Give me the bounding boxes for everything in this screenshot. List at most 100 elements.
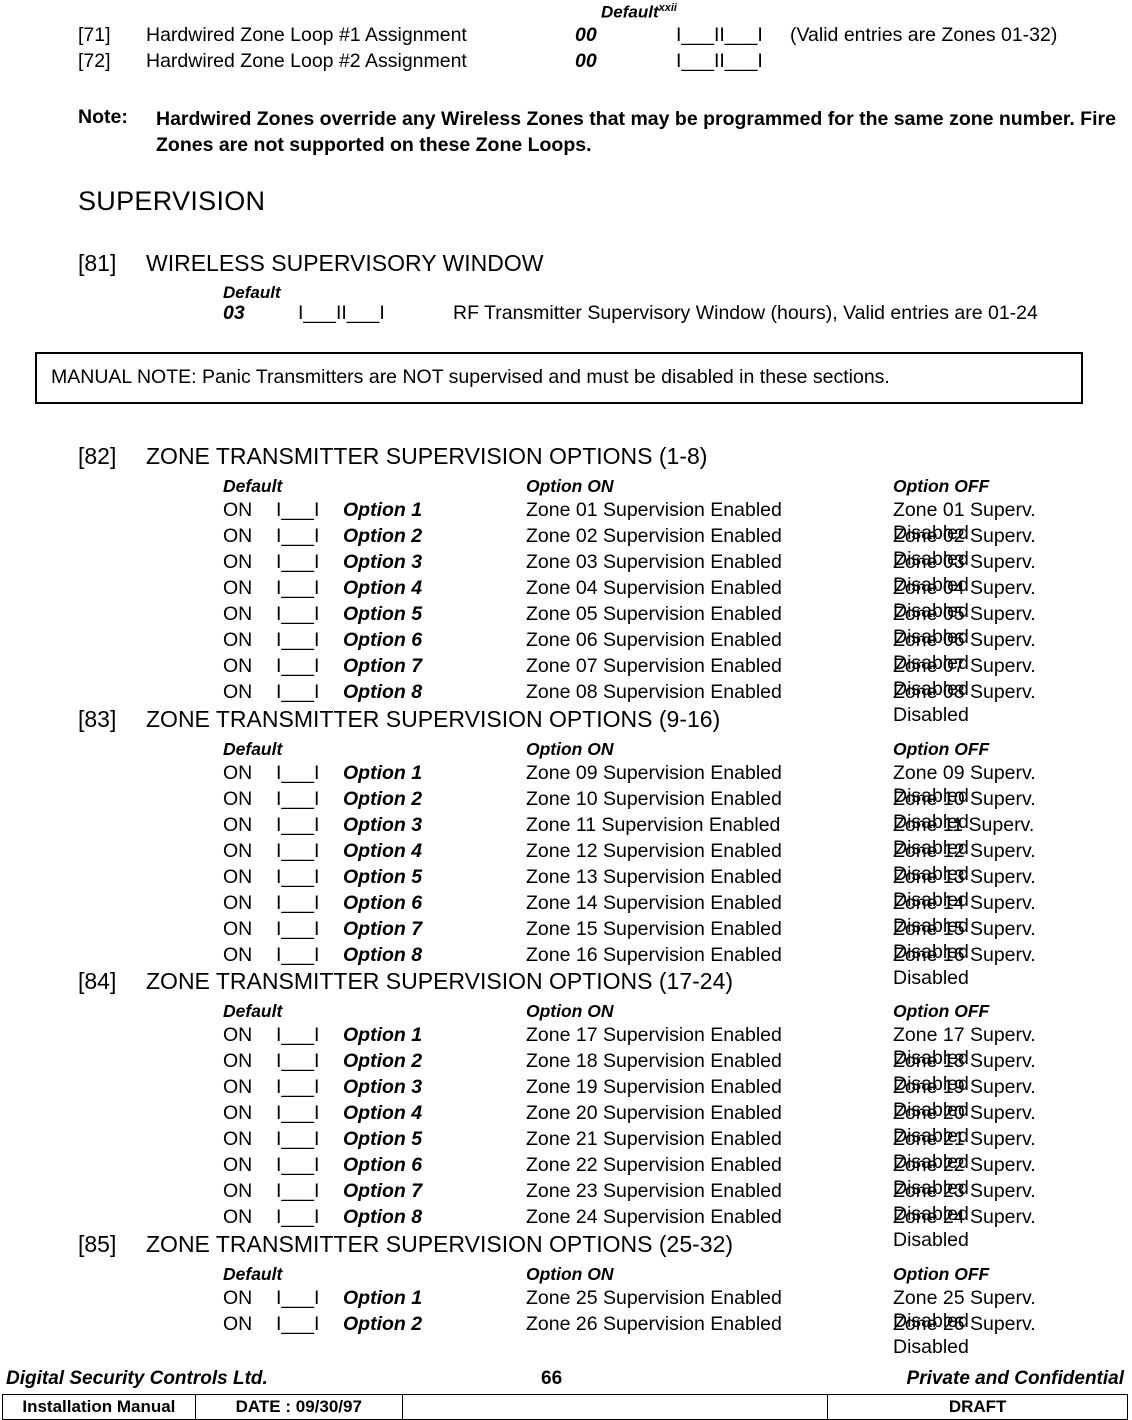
section-81-value-row: 03 I___II___I RF Transmitter Supervisory W…: [223, 302, 1038, 325]
entry-blank: I___I: [276, 499, 320, 521]
option-on-text: Zone 22 Supervision Enabled: [526, 1154, 782, 1176]
option-table-85: Default Option ON Option OFF ON I___I Opti…: [78, 1264, 1088, 1358]
option-name: Option 2: [343, 525, 423, 547]
column-header-option-on: Option ON: [526, 1001, 614, 1021]
option-on-text: Zone 23 Supervision Enabled: [526, 1180, 782, 1202]
option-table-82: Default Option ON Option OFF ON I___I Opti…: [78, 476, 1088, 726]
default-state: ON: [223, 655, 253, 677]
default-column-label-81: Default: [223, 283, 281, 302]
option-on-text: Zone 07 Supervision Enabled: [526, 655, 782, 677]
column-header-default: Default: [223, 1001, 283, 1021]
option-on-text: Zone 02 Supervision Enabled: [526, 525, 782, 547]
default-state: ON: [223, 1076, 253, 1098]
entry-blank: I___I: [276, 1180, 320, 1202]
zone-loop-row-71: [71] Hardwired Zone Loop #1 Assignment 0…: [78, 24, 1078, 49]
note-text: Hardwired Zones override any Wireless Zo…: [156, 108, 1116, 156]
valid-entries-71: (Valid entries are Zones 01-32): [790, 24, 1058, 46]
default-value-71: 00: [575, 24, 597, 46]
option-on-text: Zone 10 Supervision Enabled: [526, 788, 782, 810]
table-row: ON I___I Option 3 Zone 19 Supervision Enabl…: [78, 1076, 1088, 1121]
table-row: ON I___I Option 7 Zone 07 Supervision Enabl…: [78, 655, 1088, 700]
footer-middle-cell: [401, 1394, 829, 1420]
entry-blank: I___I: [276, 577, 320, 599]
section-heading-85: [85] ZONE TRANSMITTER SUPERVISION OPTIONS…: [78, 1231, 733, 1258]
option-on-text: Zone 20 Supervision Enabled: [526, 1102, 782, 1124]
footer-confidential: Private and Confidential: [906, 1368, 1124, 1389]
default-state: ON: [223, 1128, 253, 1150]
section-desc-72: Hardwired Zone Loop #2 Assignment: [146, 50, 467, 72]
section-number-71: [71]: [78, 24, 111, 46]
table-row: ON I___I Option 1 Zone 01 Supervision Enabl…: [78, 499, 1088, 544]
section-number-84: [84]: [78, 968, 117, 994]
entry-blank: I___I: [276, 1024, 320, 1046]
default-state: ON: [223, 1180, 253, 1202]
option-on-text: Zone 04 Supervision Enabled: [526, 577, 782, 599]
option-on-text: Zone 03 Supervision Enabled: [526, 551, 782, 573]
section-title-83: ZONE TRANSMITTER SUPERVISION OPTIONS (9-…: [146, 706, 721, 732]
entry-blank: I___I: [276, 1287, 320, 1309]
table-row: ON I___I Option 8 Zone 16 Supervision Enabl…: [78, 944, 1088, 989]
option-on-text: Zone 08 Supervision Enabled: [526, 681, 782, 703]
table-row: ON I___I Option 4 Zone 20 Supervision Enabl…: [78, 1102, 1088, 1147]
default-state: ON: [223, 603, 253, 625]
section-81-description: RF Transmitter Supervisory Window (hours…: [453, 302, 1038, 324]
entry-blank: I___I: [276, 603, 320, 625]
option-on-text: Zone 05 Supervision Enabled: [526, 603, 782, 625]
footer-company: Digital Security Controls Ltd.: [6, 1368, 268, 1389]
entry-blank: I___I: [276, 655, 320, 677]
default-value-81: 03: [223, 302, 245, 324]
option-on-text: Zone 09 Supervision Enabled: [526, 762, 782, 784]
option-off-text: Zone 08 Superv. Disabled: [893, 681, 1036, 726]
column-headers-84: Default Option ON Option OFF: [78, 1001, 1088, 1024]
default-marker-xxii: Defaultxxii: [601, 2, 677, 23]
default-state: ON: [223, 892, 253, 914]
table-row: ON I___I Option 3 Zone 03 Supervision Enabl…: [78, 551, 1088, 596]
section-title-84: ZONE TRANSMITTER SUPERVISION OPTIONS (17…: [146, 968, 734, 994]
default-superscript: xxii: [658, 2, 677, 14]
entry-blank: I___I: [276, 814, 320, 836]
entry-blank: I___I: [276, 629, 320, 651]
option-name: Option 6: [343, 1154, 423, 1176]
table-row: ON I___I Option 6 Zone 06 Supervision Enabl…: [78, 629, 1088, 674]
entry-blank: I___I: [276, 1154, 320, 1176]
entry-blank: I___I: [276, 788, 320, 810]
manual-note-text: MANUAL NOTE: Panic Transmitters are NOT …: [51, 366, 890, 388]
option-name: Option 1: [343, 762, 423, 784]
option-name: Option 5: [343, 1128, 423, 1150]
option-on-text: Zone 19 Supervision Enabled: [526, 1076, 782, 1098]
default-state: ON: [223, 814, 253, 836]
section-number-83: [83]: [78, 706, 117, 732]
option-on-text: Zone 18 Supervision Enabled: [526, 1050, 782, 1072]
default-state: ON: [223, 918, 253, 940]
footer-status-cell: DRAFT: [827, 1394, 1128, 1420]
section-title-85: ZONE TRANSMITTER SUPERVISION OPTIONS (25…: [146, 1231, 734, 1257]
column-header-option-on: Option ON: [526, 1264, 614, 1284]
table-row: ON I___I Option 6 Zone 22 Supervision Enabl…: [78, 1154, 1088, 1199]
option-on-text: Zone 01 Supervision Enabled: [526, 499, 782, 521]
option-on-text: Zone 15 Supervision Enabled: [526, 918, 782, 940]
entry-blank: I___I: [276, 681, 320, 703]
option-on-text: Zone 13 Supervision Enabled: [526, 866, 782, 888]
entry-blank: I___I: [276, 525, 320, 547]
footer-page-number: 66: [541, 1368, 563, 1389]
option-name: Option 7: [343, 918, 423, 940]
table-row: ON I___I Option 2 Zone 02 Supervision Enabl…: [78, 525, 1088, 570]
zone-loop-row-72: [72] Hardwired Zone Loop #2 Assignment 0…: [78, 50, 1078, 75]
option-name: Option 6: [343, 892, 423, 914]
option-on-text: Zone 26 Supervision Enabled: [526, 1313, 782, 1335]
entry-blank-71: I___II___I: [676, 24, 763, 46]
option-name: Option 8: [343, 681, 423, 703]
entry-blank: I___I: [276, 551, 320, 573]
option-name: Option 2: [343, 788, 423, 810]
entry-blank: I___I: [276, 1102, 320, 1124]
table-row: ON I___I Option 2 Zone 18 Supervision Enabl…: [78, 1050, 1088, 1095]
default-state: ON: [223, 577, 253, 599]
column-header-option-off: Option OFF: [893, 1264, 990, 1284]
section-number-82: [82]: [78, 443, 117, 469]
table-row: ON I___I Option 5 Zone 21 Supervision Enabl…: [78, 1128, 1088, 1173]
column-headers-85: Default Option ON Option OFF: [78, 1264, 1088, 1287]
option-name: Option 8: [343, 1206, 423, 1228]
option-off-text: Zone 16 Superv. Disabled: [893, 944, 1036, 989]
note-label: Note:: [78, 106, 128, 128]
option-on-text: Zone 11 Supervision Enabled: [526, 814, 781, 836]
